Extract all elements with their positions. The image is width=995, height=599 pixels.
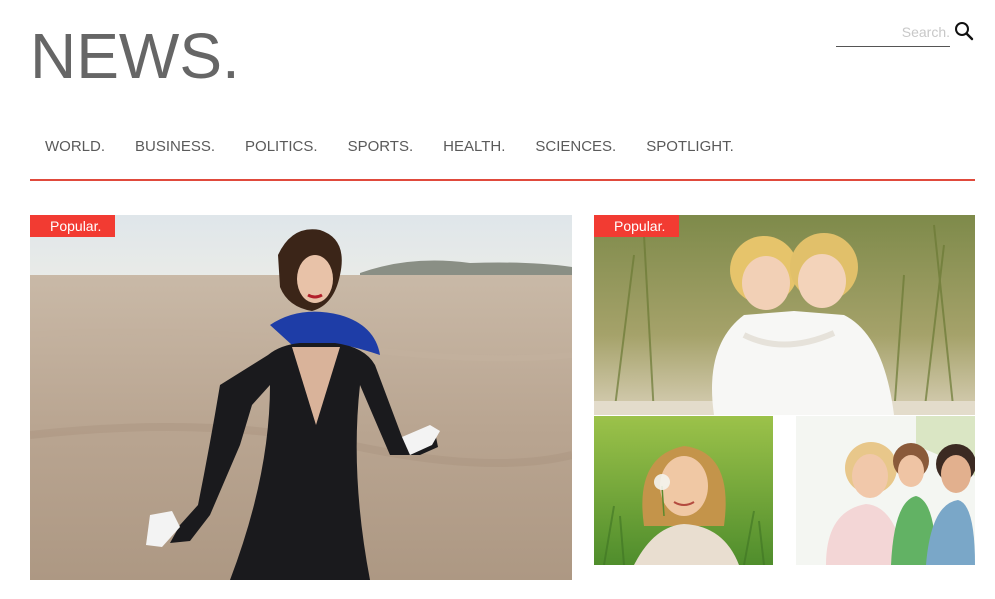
featured-image-kids — [594, 215, 975, 415]
popular-badge: Popular. — [30, 215, 116, 237]
thumbnail-story-woman-grass[interactable] — [594, 416, 773, 565]
nav-item-world[interactable]: WORLD. — [45, 133, 105, 161]
featured-story-main[interactable]: Popular. — [30, 215, 572, 580]
site-title[interactable]: NEWS. — [30, 22, 240, 90]
search-icon[interactable] — [954, 21, 974, 41]
popular-badge: Popular. — [594, 215, 680, 237]
nav-item-sports[interactable]: SPORTS. — [348, 133, 414, 161]
nav-item-business[interactable]: BUSINESS. — [135, 133, 215, 161]
thumbnail-story-family[interactable] — [796, 416, 975, 565]
nav-item-health[interactable]: HEALTH. — [443, 133, 505, 161]
main-nav: WORLD. BUSINESS. POLITICS. SPORTS. HEALT… — [30, 133, 975, 181]
featured-story-side[interactable]: Popular. — [594, 215, 975, 415]
thumbnail-image-woman-grass — [594, 416, 773, 565]
search-input[interactable] — [836, 18, 950, 47]
featured-image-beach — [30, 215, 572, 580]
nav-item-spotlight[interactable]: SPOTLIGHT. — [646, 133, 734, 161]
nav-item-sciences[interactable]: SCIENCES. — [535, 133, 616, 161]
search-box — [836, 14, 976, 52]
nav-item-politics[interactable]: POLITICS. — [245, 133, 318, 161]
thumbnail-image-family — [796, 416, 975, 565]
